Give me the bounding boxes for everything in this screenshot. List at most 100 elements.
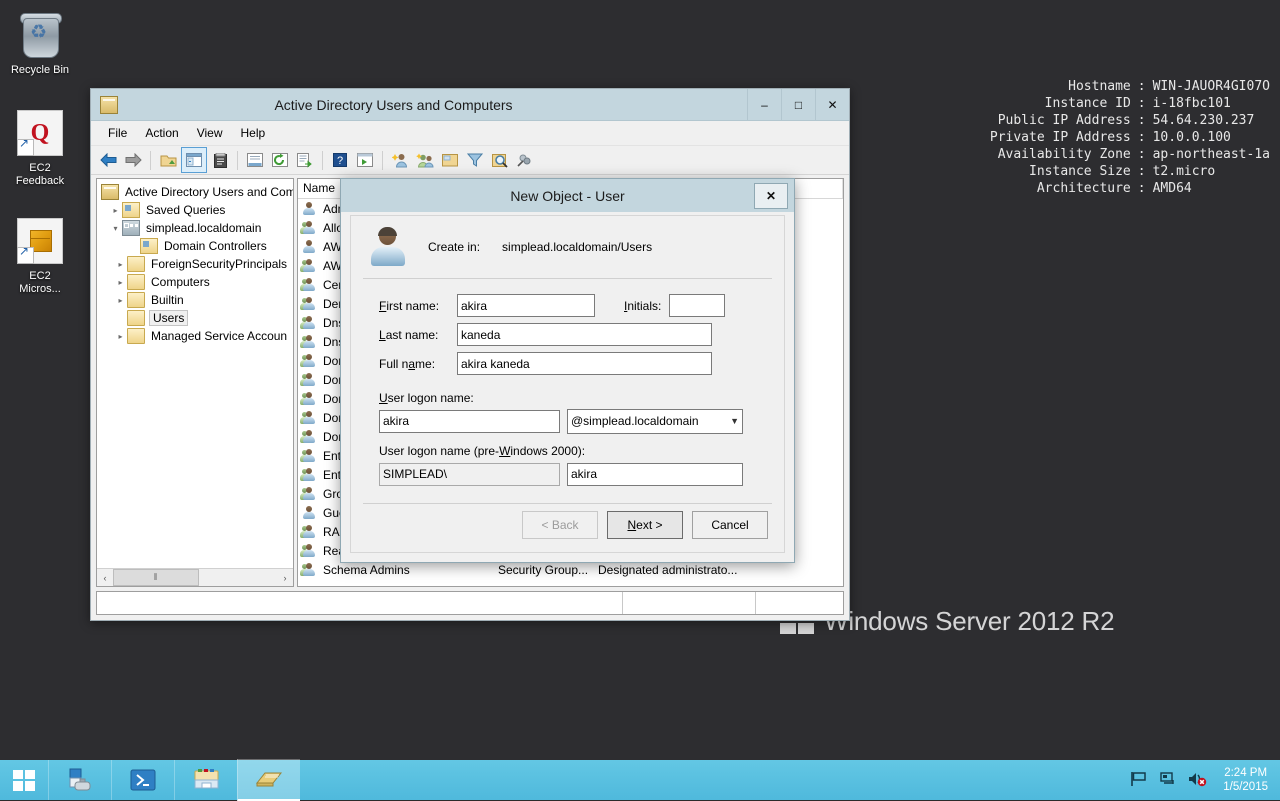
scroll-right-arrow-icon[interactable]: › <box>277 570 293 585</box>
close-button[interactable]: ✕ <box>815 89 849 120</box>
back-icon[interactable] <box>96 148 120 172</box>
tree-item-label: Active Directory Users and Com <box>123 185 294 199</box>
filter-icon[interactable] <box>463 148 487 172</box>
export-list-icon[interactable] <box>293 148 317 172</box>
full-name-input[interactable]: akira kaneda <box>457 352 712 375</box>
taskbar-item-aduc[interactable] <box>237 759 300 801</box>
list-item-type: Security Group... <box>498 563 588 577</box>
run-icon[interactable] <box>353 148 377 172</box>
desktop-icon-label-line2: Micros... <box>2 283 78 296</box>
tree-item-domain-controllers[interactable]: Domain Controllers <box>97 237 293 255</box>
list-view-icon[interactable] <box>243 148 267 172</box>
desktop-icon-ec2-feedback[interactable]: Q EC2 Feedback <box>2 110 78 188</box>
last-name-input[interactable]: kaneda <box>457 323 712 346</box>
tree-item-domain[interactable]: ▾ simplead.localdomain <box>97 219 293 237</box>
cancel-button[interactable]: Cancel <box>692 511 768 539</box>
ec2-info-row: Private IP Address:10.0.0.100 <box>990 129 1270 146</box>
next-button[interactable]: Next > <box>607 511 683 539</box>
dialog-close-button[interactable]: ✕ <box>754 183 788 209</box>
taskbar-item-file-explorer[interactable] <box>174 760 237 800</box>
volume-muted-icon[interactable] <box>1188 771 1206 789</box>
console-tree-pane[interactable]: Active Directory Users and Com ▸ Saved Q… <box>96 178 294 587</box>
user-avatar-icon <box>370 228 406 266</box>
tree-expander[interactable]: ▸ <box>114 332 127 341</box>
query-icon[interactable] <box>513 148 537 172</box>
toolbar[interactable]: ? <box>91 146 849 175</box>
clock[interactable]: 2:24 PM 1/5/2015 <box>1217 766 1272 794</box>
tree-expander[interactable]: ▸ <box>109 206 122 215</box>
dialog-buttons: < Back Next > Cancel <box>522 511 768 539</box>
tree-expander[interactable]: ▾ <box>109 224 122 233</box>
desktop-icon-label: Recycle Bin <box>2 64 78 77</box>
scrollbar-thumb[interactable]: ⦀ <box>113 569 199 586</box>
watermark-text: Windows Server 2012 R2 <box>824 606 1114 637</box>
back-button[interactable]: < Back <box>522 511 598 539</box>
ec2-info-value: AMD64 <box>1153 180 1270 197</box>
tree-horizontal-scrollbar[interactable]: ‹ ⦀ › <box>97 568 293 586</box>
folder-special-icon <box>122 202 140 218</box>
scrollbar-track[interactable] <box>199 570 277 585</box>
show-hide-tree-icon[interactable] <box>181 147 207 173</box>
window-titlebar[interactable]: Active Directory Users and Computers – □… <box>91 89 849 121</box>
menu-item-help[interactable]: Help <box>232 123 275 143</box>
tree-item-foreignsecurityprincipals[interactable]: ▸ ForeignSecurityPrincipals <box>97 255 293 273</box>
logon-name-input[interactable]: akira <box>379 410 560 433</box>
server-manager-icon <box>67 767 93 793</box>
menu-item-view[interactable]: View <box>188 123 232 143</box>
new-group-icon[interactable] <box>413 148 437 172</box>
tree-item-root[interactable]: Active Directory Users and Com <box>97 183 293 201</box>
minimize-button[interactable]: – <box>747 89 781 120</box>
desktop-icon-ec2-microsoft[interactable]: EC2 Micros... <box>2 218 78 296</box>
tree-item-label: Builtin <box>149 293 186 307</box>
new-user-icon[interactable] <box>388 148 412 172</box>
first-name-input[interactable]: akira <box>457 294 595 317</box>
tree-expander[interactable]: ▸ <box>114 296 127 305</box>
ec2-info-value: ap-northeast-1a <box>1153 146 1270 163</box>
network-icon[interactable] <box>1159 771 1177 789</box>
create-in-row: Create in: simplead.localdomain/Users <box>351 216 784 278</box>
tree-item-label: Saved Queries <box>144 203 227 217</box>
scroll-left-arrow-icon[interactable]: ‹ <box>97 570 113 585</box>
tree-item-users[interactable]: Users <box>97 309 293 327</box>
dialog-titlebar[interactable]: New Object - User ✕ <box>341 179 794 212</box>
maximize-button[interactable]: □ <box>781 89 815 120</box>
help-icon[interactable]: ? <box>328 148 352 172</box>
toolbar-separator <box>237 151 238 170</box>
pre2000-input[interactable]: akira <box>567 463 743 486</box>
taskbar[interactable]: 2:24 PM 1/5/2015 <box>0 760 1280 800</box>
tree-item-builtin[interactable]: ▸ Builtin <box>97 291 293 309</box>
desktop-icon-label-line1: EC2 <box>2 270 78 283</box>
logon-suffix-select[interactable]: @simplead.localdomain ▼ <box>567 409 743 434</box>
find-icon[interactable] <box>488 148 512 172</box>
menu-item-action[interactable]: Action <box>136 123 187 143</box>
refresh-icon[interactable] <box>268 148 292 172</box>
desktop-icon-recycle-bin[interactable]: ♻ Recycle Bin <box>2 12 78 77</box>
ec2-info-value: t2.micro <box>1153 163 1270 180</box>
taskbar-item-powershell[interactable] <box>111 760 174 800</box>
file-explorer-icon <box>193 768 220 792</box>
tree-expander[interactable]: ▸ <box>114 278 127 287</box>
forward-icon[interactable] <box>121 148 145 172</box>
menu-item-file[interactable]: File <box>99 123 136 143</box>
toolbar-separator <box>322 151 323 170</box>
tree-item-managed-service-accounts[interactable]: ▸ Managed Service Accoun <box>97 327 293 345</box>
ec2-info-separator: : <box>1138 129 1153 146</box>
taskbar-item-server-manager[interactable] <box>48 760 111 800</box>
tree-expander[interactable]: ▸ <box>114 260 127 269</box>
tree-item-saved-queries[interactable]: ▸ Saved Queries <box>97 201 293 219</box>
initials-input[interactable] <box>669 294 725 317</box>
start-button[interactable] <box>0 760 48 800</box>
new-ou-icon[interactable] <box>438 148 462 172</box>
flag-icon[interactable] <box>1130 771 1148 789</box>
ec2-info-value: 54.64.230.237 <box>1153 112 1270 129</box>
group-icon <box>302 220 318 235</box>
group-icon <box>302 410 318 425</box>
properties-icon[interactable] <box>208 148 232 172</box>
new-user-dialog[interactable]: New Object - User ✕ Create in: simplead.… <box>340 178 795 563</box>
last-name-row: Last name: kaneda <box>351 320 784 349</box>
logon-name-label: User logon name: <box>351 391 784 405</box>
status-pane-2 <box>623 592 756 614</box>
up-folder-icon[interactable] <box>156 148 180 172</box>
menu-bar[interactable]: File Action View Help <box>91 121 849 146</box>
tree-item-computers[interactable]: ▸ Computers <box>97 273 293 291</box>
